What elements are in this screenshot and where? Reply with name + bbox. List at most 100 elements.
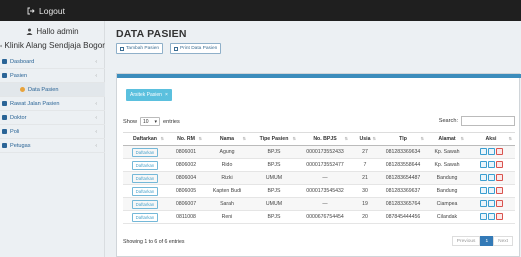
previous-page-button[interactable]: Previous [451, 236, 481, 246]
delete-icon[interactable] [495, 160, 503, 168]
sidebar-item-label: Petugas [10, 142, 31, 149]
sidebar-item-data-pasien[interactable]: Data Pasien [0, 83, 105, 97]
column-header[interactable]: No. BPJS ⇅ [299, 132, 351, 146]
patient-type-cell: BPJS [249, 158, 299, 172]
view-icon[interactable] [479, 186, 487, 194]
name-cell: Reni [205, 210, 249, 224]
print-icon [174, 46, 178, 51]
page-1-button[interactable]: 1 [480, 236, 494, 246]
logout-button[interactable]: Logout [27, 4, 65, 17]
bpjs-cell: 0000173545432 [299, 184, 351, 198]
column-header[interactable]: Daftarkan ⇅ [123, 132, 167, 146]
logout-label[interactable]: Logout [39, 6, 65, 16]
sidebar-item-doktor[interactable]: Doktor ‹ [0, 111, 105, 125]
rm-cell: 0806001 [167, 145, 205, 159]
view-icon[interactable] [479, 147, 487, 155]
add-patient-button[interactable]: Tambah Pasien [116, 43, 164, 54]
edit-icon[interactable] [487, 160, 495, 168]
view-icon[interactable] [479, 212, 487, 220]
name-cell: Sarah [205, 197, 249, 211]
patient-type-cell: UMUM [249, 171, 299, 185]
age-cell: 30 [351, 184, 379, 198]
column-header[interactable]: Nama ⇅ [205, 132, 249, 146]
sort-icon: ⇅ [508, 136, 512, 141]
chevron-left-icon: ‹ [95, 101, 97, 107]
entries-select[interactable]: 10 ▾ [140, 117, 160, 126]
register-button[interactable]: Daftarkan [131, 173, 159, 183]
sidebar-item-rawat-jalan[interactable]: Rawat Jalan Pasien ‹ [0, 97, 105, 111]
phone-cell: 087845444456 [379, 210, 427, 224]
search-input[interactable] [461, 116, 515, 126]
entries-label: entries [163, 118, 180, 125]
column-header[interactable]: Alamat ⇅ [427, 132, 467, 146]
delete-icon[interactable] [495, 147, 503, 155]
edit-icon[interactable] [487, 186, 495, 194]
sidebar-item-label: Pasien [10, 72, 28, 79]
column-header[interactable]: Tlp ⇅ [379, 132, 427, 146]
sidebar-item-label: Rawat Jalan Pasien [10, 100, 60, 107]
register-button[interactable]: Daftarkan [131, 160, 159, 170]
register-button[interactable]: Daftarkan [131, 147, 159, 157]
sidebar-item-poli[interactable]: Poli ‹ [0, 125, 105, 139]
sidebar-item-dasboard[interactable]: Dasboard ‹ [0, 55, 105, 69]
sidebar-item-petugas[interactable]: Petugas ‹ [0, 139, 105, 153]
column-header[interactable]: Tipe Pasien ⇅ [249, 132, 299, 146]
register-button[interactable]: Daftarkan [131, 199, 159, 209]
close-icon: × [164, 92, 168, 98]
app-name-text: Klinik Alang Sendjaja Bogor [4, 41, 105, 50]
delete-icon[interactable] [495, 212, 503, 220]
delete-icon[interactable] [495, 199, 503, 207]
print-button[interactable]: Print Data Pasien [170, 43, 222, 54]
next-page-button[interactable]: Next [493, 236, 513, 246]
table-row: Daftarkan 0806001 Agung BPJS 0000173552433 27… [123, 145, 515, 159]
sort-icon: ⇅ [198, 136, 202, 141]
phone-cell: 081283369637 [379, 184, 427, 198]
phone-cell: 081283365764 [379, 197, 427, 211]
column-header[interactable]: Usia ⇅ [351, 132, 379, 146]
action-cell: Daftarkan [123, 184, 167, 198]
phone-cell: 081283654487 [379, 171, 427, 185]
entries-value: 10 [143, 118, 149, 125]
view-icon[interactable] [479, 173, 487, 181]
edit-icon[interactable] [487, 147, 495, 155]
sidebar-item-label: Dasboard [10, 58, 35, 65]
register-button[interactable]: Daftarkan [131, 186, 159, 196]
edit-icon[interactable] [487, 173, 495, 181]
chevron-down-icon: ▾ [154, 118, 157, 125]
view-icon[interactable] [479, 160, 487, 168]
sort-icon: ⇅ [420, 136, 424, 141]
user-greeting: Hallo admin [0, 27, 105, 36]
delete-icon[interactable] [495, 173, 503, 181]
address-cell: Ciampea [427, 197, 467, 211]
print-label: Print Data Pasien [180, 46, 218, 51]
delete-icon[interactable] [495, 186, 503, 194]
clinic-icon [2, 129, 7, 134]
archive-patient-button[interactable]: Arsitek Pasien × [126, 89, 172, 101]
address-cell: Kp. Sawah [427, 158, 467, 172]
page-title: DATA PASIEN [116, 28, 187, 40]
sidebar-item-pasien[interactable]: Pasien ‹ [0, 69, 105, 83]
sidebar-nav: Dasboard ‹ Pasien ‹ Data Pasien Rawat Ja… [0, 55, 105, 153]
column-header[interactable]: Aksi ⇅ [467, 132, 515, 146]
sidebar-item-label: Poli [10, 128, 20, 135]
edit-icon[interactable] [487, 212, 495, 220]
archive-label: Arsitek Pasien [130, 92, 162, 98]
register-button[interactable]: Daftarkan [131, 212, 159, 222]
dashboard-icon [2, 59, 7, 64]
action-cell [467, 145, 515, 159]
column-header[interactable]: No. RM ⇅ [167, 132, 205, 146]
patient-table: Daftarkan ⇅ No. RM ⇅ Nama ⇅ Tipe Pasien ⇅ No… [123, 132, 515, 224]
name-cell: Kapten Budi [205, 184, 249, 198]
staff-icon [2, 143, 7, 148]
rm-cell: 0806002 [167, 158, 205, 172]
table-row: Daftarkan 0806002 Rido BPJS 0000173552477 7 08… [123, 158, 515, 172]
view-icon[interactable] [479, 199, 487, 207]
edit-icon[interactable] [487, 199, 495, 207]
age-cell: 21 [351, 171, 379, 185]
action-cell: Daftarkan [123, 210, 167, 224]
user-icon [26, 28, 33, 35]
name-cell: Agung [205, 145, 249, 159]
phone-cell: 081283558644 [379, 158, 427, 172]
sidebar-item-label: Doktor [10, 114, 27, 121]
action-cell [467, 210, 515, 224]
